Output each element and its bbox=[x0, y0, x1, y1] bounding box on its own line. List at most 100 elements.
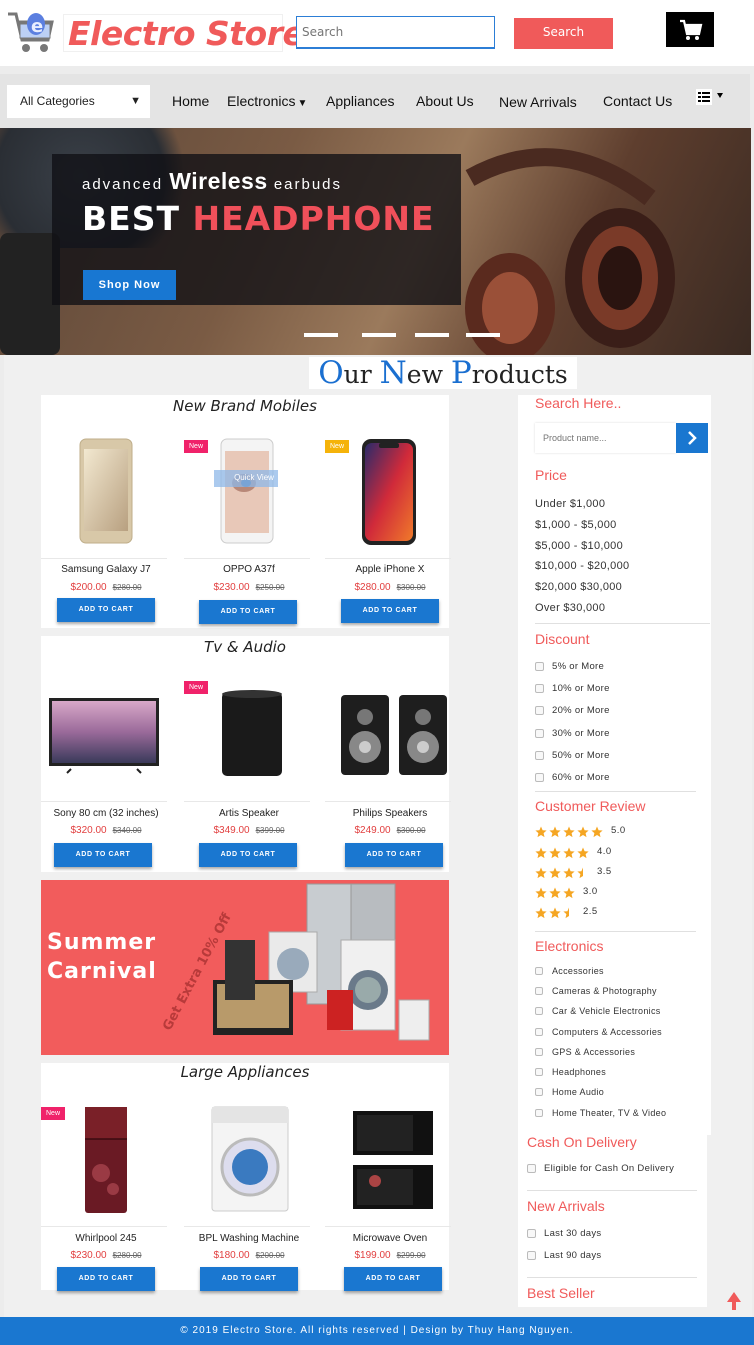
product-search-button[interactable] bbox=[676, 423, 708, 453]
add-to-cart-button[interactable]: ADD TO CART bbox=[54, 843, 152, 867]
star-icon bbox=[535, 867, 547, 879]
cart-logo-icon[interactable]: e bbox=[6, 6, 58, 56]
carousel-dot-2[interactable] bbox=[362, 333, 396, 337]
checkbox[interactable] bbox=[535, 706, 544, 715]
product-name[interactable]: Apple iPhone X bbox=[325, 564, 455, 575]
nav-electronics-label: Electronics bbox=[227, 93, 296, 109]
add-to-cart-button[interactable]: ADD TO CART bbox=[57, 1267, 155, 1291]
checkbox[interactable] bbox=[535, 1068, 543, 1076]
product-name[interactable]: BPL Washing Machine bbox=[184, 1233, 314, 1244]
product-name[interactable]: Whirlpool 245 bbox=[41, 1233, 171, 1244]
checkbox[interactable] bbox=[535, 1007, 543, 1015]
back-to-top-button[interactable] bbox=[726, 1290, 742, 1312]
checkbox[interactable] bbox=[535, 1028, 543, 1036]
checkbox-label: Cameras & Photography bbox=[552, 986, 657, 996]
review-value: 5.0 bbox=[611, 825, 626, 836]
checkbox[interactable] bbox=[535, 684, 544, 693]
product-name[interactable]: Microwave Oven bbox=[325, 1233, 455, 1244]
product-name[interactable]: Sony 80 cm (32 inches) bbox=[41, 808, 171, 819]
product-name[interactable]: Artis Speaker bbox=[184, 808, 314, 819]
quick-view-overlay[interactable]: Quick View bbox=[224, 473, 284, 482]
price-range-option[interactable]: Over $30,000 bbox=[535, 602, 605, 614]
banner-title-line: Carnival bbox=[47, 959, 157, 984]
menu-list-icon[interactable] bbox=[696, 89, 728, 107]
hero-carousel[interactable]: advanced Wireless earbuds BEST HEADPHONE… bbox=[0, 128, 751, 355]
checkbox-label: Accessories bbox=[552, 966, 604, 976]
price-current: $180.00 bbox=[213, 1250, 250, 1261]
price-range-option[interactable]: $20,000 $30,000 bbox=[535, 581, 622, 593]
brand-title[interactable]: Electro Store bbox=[63, 14, 305, 53]
cart-icon bbox=[680, 19, 703, 40]
half-star-icon bbox=[563, 907, 569, 919]
cart-button[interactable] bbox=[666, 12, 714, 47]
search-button[interactable]: Search bbox=[514, 18, 613, 49]
carousel-dot-3[interactable] bbox=[415, 333, 449, 337]
product-price: $199.00 $299.00 bbox=[325, 1250, 455, 1261]
checkbox-label: Last 30 days bbox=[544, 1228, 602, 1239]
hero-title: BEST HEADPHONE bbox=[82, 199, 435, 238]
checkbox[interactable] bbox=[535, 773, 544, 782]
add-to-cart-button[interactable]: ADD TO CART bbox=[200, 1267, 298, 1291]
checkbox[interactable] bbox=[535, 987, 543, 995]
checkbox[interactable] bbox=[527, 1164, 536, 1173]
nav-appliances[interactable]: Appliances bbox=[326, 93, 395, 109]
star-icon bbox=[535, 826, 547, 838]
carousel-dot-1[interactable] bbox=[304, 333, 338, 337]
product-divider bbox=[325, 558, 451, 559]
summer-carnival-banner[interactable]: Summer Carnival Get Extra 10% Off bbox=[41, 880, 449, 1055]
checkbox[interactable] bbox=[527, 1251, 536, 1260]
panel-title: Tv & Audio bbox=[204, 638, 286, 656]
product-panel-mobiles: New Brand Mobiles Samsung Galaxy J7 $200… bbox=[41, 395, 451, 628]
add-to-cart-button[interactable]: ADD TO CART bbox=[344, 1267, 442, 1291]
hero-title-highlight: HEADPHONE bbox=[192, 199, 435, 238]
checkbox[interactable] bbox=[535, 967, 543, 975]
hero-tagline-prefix: advanced bbox=[82, 176, 164, 193]
add-to-cart-button[interactable]: ADD TO CART bbox=[345, 843, 443, 867]
product-divider bbox=[184, 1226, 310, 1227]
add-to-cart-button[interactable]: ADD TO CART bbox=[341, 599, 439, 623]
add-to-cart-button[interactable]: ADD TO CART bbox=[57, 598, 155, 622]
section-title-cap: P bbox=[450, 355, 472, 391]
nav-home[interactable]: Home bbox=[172, 93, 209, 109]
star-icon bbox=[591, 826, 603, 838]
category-select[interactable]: All Categories ▼ bbox=[7, 85, 150, 118]
checkbox-label: Home Audio bbox=[552, 1087, 605, 1097]
carousel-dot-4[interactable] bbox=[466, 333, 500, 337]
star-icon bbox=[535, 907, 547, 919]
product-name[interactable]: Philips Speakers bbox=[325, 808, 455, 819]
price-current: $249.00 bbox=[354, 825, 391, 836]
price-old: $300.00 bbox=[396, 583, 426, 592]
checkbox[interactable] bbox=[535, 1048, 543, 1056]
new-badge: New bbox=[184, 440, 209, 453]
product-search-input[interactable] bbox=[535, 423, 676, 453]
nav-about-us[interactable]: About Us bbox=[416, 93, 474, 109]
checkbox[interactable] bbox=[535, 751, 544, 760]
star-icon bbox=[535, 887, 547, 899]
nav-electronics[interactable]: Electronics ▼ bbox=[227, 93, 307, 109]
product-name[interactable]: Samsung Galaxy J7 bbox=[41, 564, 171, 575]
nav-contact-us[interactable]: Contact Us bbox=[603, 93, 672, 109]
checkbox-label: Computers & Accessories bbox=[552, 1027, 662, 1037]
checkbox[interactable] bbox=[535, 662, 544, 671]
price-range-option[interactable]: $5,000 - $10,000 bbox=[535, 540, 623, 552]
price-range-option[interactable]: $10,000 - $20,000 bbox=[535, 560, 629, 572]
checkbox[interactable] bbox=[527, 1229, 536, 1238]
checkbox[interactable] bbox=[535, 729, 544, 738]
section-title-text: roducts bbox=[471, 360, 568, 389]
product-name[interactable]: OPPO A37f bbox=[184, 564, 314, 575]
checkbox-label: 20% or More bbox=[552, 705, 610, 716]
price-range-option[interactable]: Under $1,000 bbox=[535, 498, 605, 510]
customer-review-title: Customer Review bbox=[535, 798, 646, 814]
search-input[interactable] bbox=[296, 16, 495, 49]
price-old: $280.00 bbox=[112, 583, 142, 592]
shop-now-button[interactable]: Shop Now bbox=[83, 270, 176, 300]
price-range-option[interactable]: $1,000 - $5,000 bbox=[535, 519, 617, 531]
checkbox-label: Last 90 days bbox=[544, 1250, 602, 1261]
checkbox[interactable] bbox=[535, 1088, 543, 1096]
add-to-cart-button[interactable]: ADD TO CART bbox=[199, 843, 297, 867]
product-price: $249.00 $300.00 bbox=[325, 825, 455, 836]
add-to-cart-button[interactable]: ADD TO CART bbox=[199, 600, 297, 624]
checkbox[interactable] bbox=[535, 1109, 543, 1117]
star-icon bbox=[549, 907, 561, 919]
nav-new-arrivals[interactable]: New Arrivals bbox=[499, 94, 577, 110]
